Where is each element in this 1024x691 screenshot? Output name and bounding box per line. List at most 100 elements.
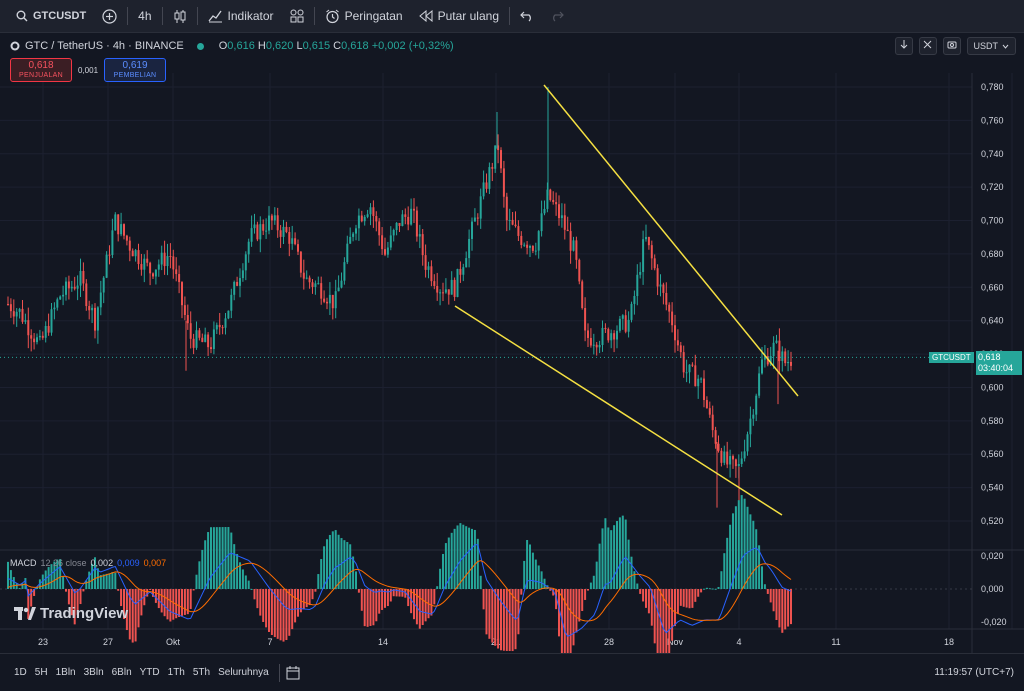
undo-button[interactable] bbox=[512, 0, 542, 33]
macd-histogram-bar bbox=[230, 532, 233, 589]
candle-body bbox=[560, 215, 563, 219]
candle-body bbox=[299, 251, 302, 273]
macd-histogram-bar bbox=[729, 524, 732, 589]
macd-histogram-bar bbox=[302, 589, 305, 610]
time-axis-label: 14 bbox=[378, 637, 388, 647]
range-button-seluruhnya[interactable]: Seluruhnya bbox=[214, 667, 273, 678]
macd-histogram-bar bbox=[763, 584, 766, 589]
range-button-5h[interactable]: 5H bbox=[31, 667, 52, 678]
replay-button[interactable]: Putar ulang bbox=[411, 0, 507, 33]
macd-histogram-bar bbox=[154, 589, 157, 603]
candle-body bbox=[717, 443, 720, 451]
macd-histogram-bar bbox=[511, 589, 514, 652]
candle-body bbox=[282, 226, 285, 237]
macd-histogram-bar bbox=[183, 589, 186, 615]
buy-button[interactable]: 0,619 PEMBELIAN bbox=[104, 58, 167, 82]
chevron-down-icon bbox=[1002, 41, 1009, 51]
candle-body bbox=[543, 208, 546, 214]
chart-area[interactable]: 0,780 0,760 0,740 0,720 0,700 0,680 0,660 0,640… bbox=[0, 33, 1024, 653]
candle-body bbox=[294, 238, 297, 245]
macd-histogram-bar bbox=[682, 589, 685, 607]
macd-histogram-bar bbox=[705, 587, 708, 589]
candle-body bbox=[662, 284, 665, 293]
macd-histogram-bar bbox=[587, 589, 589, 591]
range-button-5th[interactable]: 5Th bbox=[189, 667, 214, 678]
countdown: 03:40:04 bbox=[978, 363, 1014, 373]
compare-button[interactable] bbox=[94, 0, 125, 33]
range-button-3bln[interactable]: 3Bln bbox=[80, 667, 108, 678]
fullscreen-button[interactable] bbox=[918, 37, 937, 55]
candle-body bbox=[398, 222, 401, 226]
candle-body bbox=[215, 324, 218, 330]
candle-body bbox=[395, 222, 398, 230]
macd-histogram-bar bbox=[256, 589, 259, 609]
range-button-1d[interactable]: 1D bbox=[10, 667, 31, 678]
candle-body bbox=[27, 320, 30, 336]
candle-body bbox=[82, 270, 85, 284]
toolbar-divider bbox=[127, 7, 129, 25]
candle-body bbox=[195, 330, 198, 348]
macd-histogram-bar bbox=[566, 589, 569, 653]
indicators-button[interactable]: Indikator bbox=[200, 0, 282, 33]
scroll-down-button[interactable] bbox=[894, 37, 913, 55]
macd-histogram-bar bbox=[653, 589, 656, 644]
candle-body bbox=[15, 311, 18, 317]
candle-body bbox=[685, 372, 688, 374]
redo-button[interactable] bbox=[542, 0, 572, 33]
range-button-1bln[interactable]: 1Bln bbox=[52, 667, 80, 678]
candle-body bbox=[598, 344, 601, 348]
layouts-button[interactable] bbox=[282, 0, 312, 33]
symbol-search[interactable]: GTCUSDT bbox=[8, 0, 94, 33]
timezone-clock[interactable]: 11:19:57 (UTC+7) bbox=[934, 667, 1014, 678]
macd-histogram-bar bbox=[711, 588, 714, 590]
candle-body bbox=[146, 258, 149, 263]
candle-body bbox=[569, 231, 572, 251]
macd-histogram-bar bbox=[529, 544, 531, 589]
candle-body bbox=[38, 335, 41, 338]
candle-body bbox=[218, 324, 221, 328]
macd-histogram-bar bbox=[250, 588, 253, 590]
macd-histogram-bar bbox=[212, 527, 215, 589]
macd-histogram-bar bbox=[778, 589, 781, 628]
snapshot-button[interactable] bbox=[942, 37, 961, 55]
candle-body bbox=[323, 298, 326, 302]
macd-histogram-bar bbox=[375, 589, 378, 622]
candle-body bbox=[526, 244, 529, 248]
tradingview-logo[interactable]: TradingView bbox=[14, 605, 128, 622]
chart-type-button[interactable] bbox=[165, 0, 195, 33]
macd-histogram-bar bbox=[346, 541, 349, 589]
candle-body bbox=[369, 207, 372, 215]
alerts-button[interactable]: Peringatan bbox=[317, 0, 411, 33]
candle-body bbox=[688, 364, 691, 373]
candle-body bbox=[244, 254, 247, 271]
macd-histogram-bar bbox=[117, 589, 120, 591]
candle-body bbox=[123, 224, 125, 236]
candle-body bbox=[592, 344, 595, 346]
currency-select[interactable]: USDT bbox=[966, 37, 1016, 55]
sell-price: 0,618 bbox=[28, 60, 54, 72]
macd-histogram-bar bbox=[210, 527, 212, 589]
range-button-6bln[interactable]: 6Bln bbox=[108, 667, 136, 678]
candle-body bbox=[531, 246, 534, 251]
candle-body bbox=[9, 304, 12, 312]
macd-histogram-bar bbox=[647, 589, 650, 614]
calendar-range-icon[interactable] bbox=[286, 665, 300, 680]
macd-histogram-bar bbox=[79, 589, 82, 605]
candle-body bbox=[285, 226, 288, 233]
candle-body bbox=[581, 281, 584, 309]
macd-histogram-bar bbox=[360, 589, 363, 611]
macd-histogram-bar bbox=[137, 589, 140, 628]
range-button-1th[interactable]: 1Th bbox=[164, 667, 189, 678]
macd-histogram-bar bbox=[355, 571, 357, 589]
sell-button[interactable]: 0,618 PENJUALAN bbox=[10, 58, 72, 82]
candle-body bbox=[265, 230, 268, 232]
macd-histogram-bar bbox=[688, 589, 691, 609]
range-button-ytd[interactable]: YTD bbox=[136, 667, 164, 678]
macd-histogram-bar bbox=[485, 589, 488, 635]
interval-button[interactable]: 4h bbox=[130, 0, 159, 33]
macd-histogram-bar bbox=[436, 586, 439, 589]
chevron-up-icon[interactable] bbox=[10, 41, 20, 51]
macd-histogram-bar bbox=[761, 566, 763, 589]
candle-body bbox=[627, 319, 630, 332]
candle-body bbox=[708, 408, 711, 415]
